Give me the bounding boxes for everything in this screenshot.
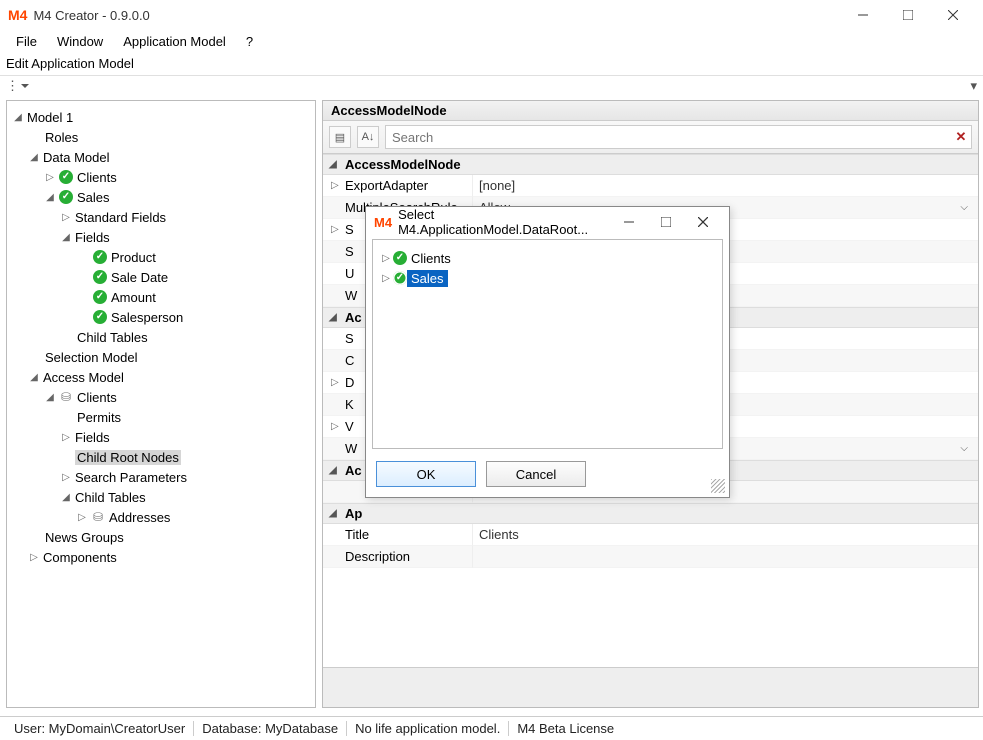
database-icon: ⛁ [57, 390, 75, 404]
check-icon [91, 250, 109, 264]
prop-val-title[interactable]: Clients [473, 524, 978, 546]
dialog-title: Select M4.ApplicationModel.DataRoot... [398, 207, 610, 237]
window-title: M4 Creator - 0.9.0.0 [33, 8, 149, 23]
chevron-down-icon[interactable]: ⌵ [956, 443, 972, 454]
toolstrip-dropdown-icon[interactable]: ▾ [970, 78, 977, 94]
toolstrip-label: Edit Application Model [6, 56, 134, 71]
tree-am-fields[interactable]: ▷Fields [11, 427, 311, 447]
property-description-area [323, 667, 978, 707]
tree-sale-date[interactable]: Sale Date [11, 267, 311, 287]
check-icon [57, 190, 75, 204]
menu-application-model[interactable]: Application Model [113, 32, 236, 51]
prop-key-row-d: D [345, 375, 354, 390]
minimize-button[interactable] [840, 0, 885, 30]
prop-val-description[interactable] [473, 546, 978, 568]
dialog-logo-icon: M4 [374, 215, 392, 230]
tree-news-groups[interactable]: News Groups [11, 527, 311, 547]
dialog-item-clients[interactable]: ▷Clients [379, 248, 716, 268]
dialog-title-bar[interactable]: M4 Select M4.ApplicationModel.DataRoot..… [366, 207, 729, 237]
dialog-buttons: OK Cancel [366, 455, 729, 497]
clear-search-icon[interactable]: ✕ [950, 126, 972, 148]
app-logo: M4 [8, 7, 27, 23]
chevron-down-icon[interactable]: ⌵ [956, 202, 972, 213]
database-icon: ⛁ [89, 510, 107, 524]
prop-key-s: S [345, 222, 354, 237]
tree-amount[interactable]: Amount [11, 287, 311, 307]
sort-az-button[interactable]: A↓ [357, 126, 379, 148]
select-dataroot-dialog: M4 Select M4.ApplicationModel.DataRoot..… [365, 206, 730, 498]
maximize-button[interactable] [885, 0, 930, 30]
model-tree-panel: ◢Model 1 Roles ◢Data Model ▷Clients ◢Sal… [6, 100, 316, 708]
toolstrip: Edit Application Model [0, 52, 983, 76]
tree-sales[interactable]: ◢Sales [11, 187, 311, 207]
prop-category-4[interactable]: ◢Ap [323, 503, 978, 524]
toolstrip-menu-icon[interactable]: ⋮ [6, 78, 29, 94]
tree-components[interactable]: ▷Components [11, 547, 311, 567]
tree-data-model[interactable]: ◢Data Model [11, 147, 311, 167]
prop-key-title: Title [323, 524, 473, 546]
dialog-item-sales[interactable]: ▷Sales [379, 268, 716, 288]
menu-help[interactable]: ? [236, 32, 263, 51]
menu-window[interactable]: Window [47, 32, 113, 51]
tree-child-tables-2[interactable]: ◢Child Tables [11, 487, 311, 507]
check-icon [393, 271, 407, 285]
status-license: M4 Beta License [509, 721, 622, 736]
check-icon [393, 251, 407, 265]
toolstrip-secondary: ⋮ ▾ [0, 76, 983, 96]
tree-addresses[interactable]: ▷⛁Addresses [11, 507, 311, 527]
prop-key-description: Description [323, 546, 473, 568]
tree-search-parameters[interactable]: ▷Search Parameters [11, 467, 311, 487]
tree-roles[interactable]: Roles [11, 127, 311, 147]
tree-access-model[interactable]: ◢Access Model [11, 367, 311, 387]
check-icon [91, 310, 109, 324]
status-database: Database: MyDatabase [194, 721, 347, 736]
tree-am-clients[interactable]: ◢⛁Clients [11, 387, 311, 407]
tree-selection-model[interactable]: Selection Model [11, 347, 311, 367]
property-header: AccessModelNode [323, 101, 978, 121]
title-bar: M4 M4 Creator - 0.9.0.0 [0, 0, 983, 30]
resize-grip-icon[interactable] [711, 479, 725, 493]
menu-bar: File Window Application Model ? [0, 30, 983, 52]
dialog-minimize-button[interactable] [610, 207, 647, 237]
prop-key-row-v: V [345, 419, 354, 434]
tree-fields[interactable]: ◢Fields [11, 227, 311, 247]
dialog-maximize-button[interactable] [647, 207, 684, 237]
tree-salesperson[interactable]: Salesperson [11, 307, 311, 327]
tree-clients[interactable]: ▷Clients [11, 167, 311, 187]
tree-permits[interactable]: Permits [11, 407, 311, 427]
status-life: No life application model. [347, 721, 509, 736]
tree-standard-fields[interactable]: ▷Standard Fields [11, 207, 311, 227]
property-toolbar: ▤ A↓ ✕ [323, 121, 978, 154]
menu-file[interactable]: File [6, 32, 47, 51]
dialog-ok-button[interactable]: OK [376, 461, 476, 487]
property-search-input[interactable] [385, 125, 972, 149]
dialog-close-button[interactable] [684, 207, 721, 237]
categorize-button[interactable]: ▤ [329, 126, 351, 148]
tree-child-root-nodes[interactable]: Child Root Nodes [11, 447, 311, 467]
dialog-cancel-button[interactable]: Cancel [486, 461, 586, 487]
tree-product[interactable]: Product [11, 247, 311, 267]
check-icon [91, 270, 109, 284]
tree-child-tables[interactable]: Child Tables [11, 327, 311, 347]
check-icon [57, 170, 75, 184]
close-button[interactable] [930, 0, 975, 30]
check-icon [91, 290, 109, 304]
tree-root[interactable]: ◢Model 1 [11, 107, 311, 127]
model-tree[interactable]: ◢Model 1 Roles ◢Data Model ▷Clients ◢Sal… [7, 101, 315, 573]
status-bar: User: MyDomain\CreatorUser Database: MyD… [0, 716, 983, 740]
dialog-tree[interactable]: ▷Clients ▷Sales [372, 239, 723, 449]
prop-key-exportadapter: ExportAdapter [345, 178, 428, 193]
prop-category-1[interactable]: ◢AccessModelNode [323, 154, 978, 175]
prop-val-exportadapter[interactable]: [none] [473, 175, 978, 197]
status-user: User: MyDomain\CreatorUser [6, 721, 194, 736]
